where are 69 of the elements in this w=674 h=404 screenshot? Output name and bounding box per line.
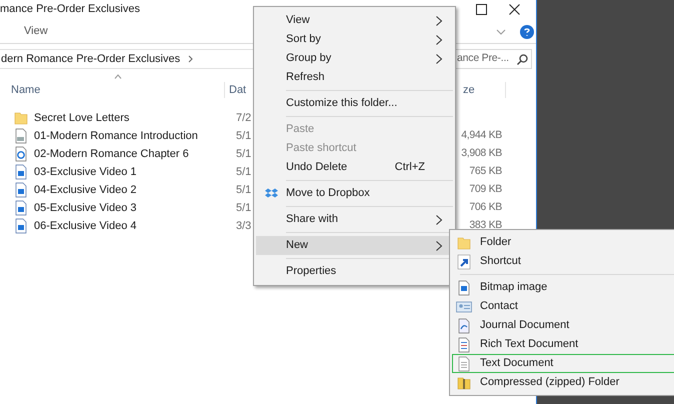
search-input[interactable]: ance Pre-...: [457, 51, 517, 67]
submenu-item[interactable]: Bitmap image: [452, 278, 674, 297]
rich-text-document-icon: [457, 336, 471, 352]
ribbon-tab[interactable]: View: [20, 23, 52, 40]
journal-document-icon: [457, 318, 471, 334]
text-document-icon: [457, 356, 471, 372]
maximize-icon[interactable]: [476, 4, 487, 14]
file-name[interactable]: Secret Love Letters: [34, 110, 130, 126]
menu-item[interactable]: Refresh: [256, 68, 453, 87]
file-size: 4,944 KB: [461, 128, 502, 144]
file-date: 5/1: [236, 164, 252, 180]
file-date: 3/3: [236, 218, 252, 234]
file-name[interactable]: 03-Exclusive Video 1: [34, 164, 137, 180]
file-name[interactable]: 05-Exclusive Video 3: [34, 200, 137, 216]
file-size: 706 KB: [469, 200, 502, 216]
submenu-item[interactable]: Shortcut: [452, 252, 674, 271]
submenu-item[interactable]: Text Document: [452, 354, 674, 373]
image-file-icon: [457, 280, 471, 296]
file-date: 5/1: [236, 200, 252, 216]
folder-icon: [14, 110, 28, 126]
video-file-icon: [14, 164, 28, 180]
column-header[interactable]: Name: [0, 82, 224, 98]
chevron-down-icon[interactable]: [496, 28, 506, 34]
search-icon: [517, 54, 528, 64]
file-size: 3,908 KB: [461, 146, 502, 162]
file-name[interactable]: 06-Exclusive Video 4: [34, 218, 137, 234]
address-path: dern Romance Pre-Order Exclusives: [1, 52, 180, 67]
window-title: mance Pre-Order Exclusives: [0, 2, 141, 17]
dropbox-icon: [264, 188, 278, 199]
column-header[interactable]: ze: [462, 82, 506, 98]
video-file-icon: [14, 218, 28, 234]
file-size: 383 KB: [469, 218, 502, 234]
contact-card-icon: [456, 300, 472, 312]
file-date: 5/1: [236, 146, 252, 162]
close-icon[interactable]: [509, 4, 520, 14]
menu-item[interactable]: Share with: [256, 210, 453, 229]
file-date: 5/1: [236, 182, 252, 198]
submenu-item[interactable]: Compressed (zipped) Folder: [452, 373, 674, 392]
menu-item[interactable]: Sort by: [256, 30, 453, 49]
file-date: 5/1: [236, 128, 252, 144]
menu-item[interactable]: View: [256, 11, 453, 30]
video-file-icon: [14, 200, 28, 216]
chevron-right-icon: [435, 14, 443, 26]
submenu-item[interactable]: Folder: [452, 233, 674, 252]
menu-item[interactable]: Undo Delete Ctrl+Z: [256, 158, 453, 177]
disc-file-icon: [14, 146, 28, 162]
menu-item[interactable]: Customize this folder...: [256, 94, 453, 113]
chevron-right-icon: [435, 240, 443, 252]
submenu-item[interactable]: Rich Text Document: [452, 335, 674, 354]
zipped-folder-icon: [457, 374, 471, 390]
chevron-right-icon: [188, 55, 194, 63]
file-name[interactable]: 04-Exclusive Video 2: [34, 182, 137, 198]
video-file-icon: [14, 182, 28, 198]
file-size: 709 KB: [469, 182, 502, 198]
menu-item[interactable]: Properties: [256, 262, 453, 281]
file-name[interactable]: 02-Modern Romance Chapter 6: [34, 146, 189, 162]
pdf-file-icon: [14, 128, 28, 144]
sort-caret-icon: [114, 74, 122, 79]
chevron-right-icon: [435, 214, 443, 226]
chevron-right-icon: [435, 34, 443, 46]
file-date: 7/2: [236, 110, 252, 126]
help-icon[interactable]: [520, 24, 534, 38]
file-name[interactable]: 01-Modern Romance Introduction: [34, 128, 198, 144]
submenu-item[interactable]: Journal Document: [452, 316, 674, 335]
chevron-right-icon: [435, 52, 443, 64]
file-size: 765 KB: [469, 164, 502, 180]
submenu-item[interactable]: Contact: [452, 297, 674, 316]
menu-item[interactable]: Move to Dropbox: [256, 184, 453, 203]
shortcut-text: Ctrl+Z: [394, 160, 425, 176]
